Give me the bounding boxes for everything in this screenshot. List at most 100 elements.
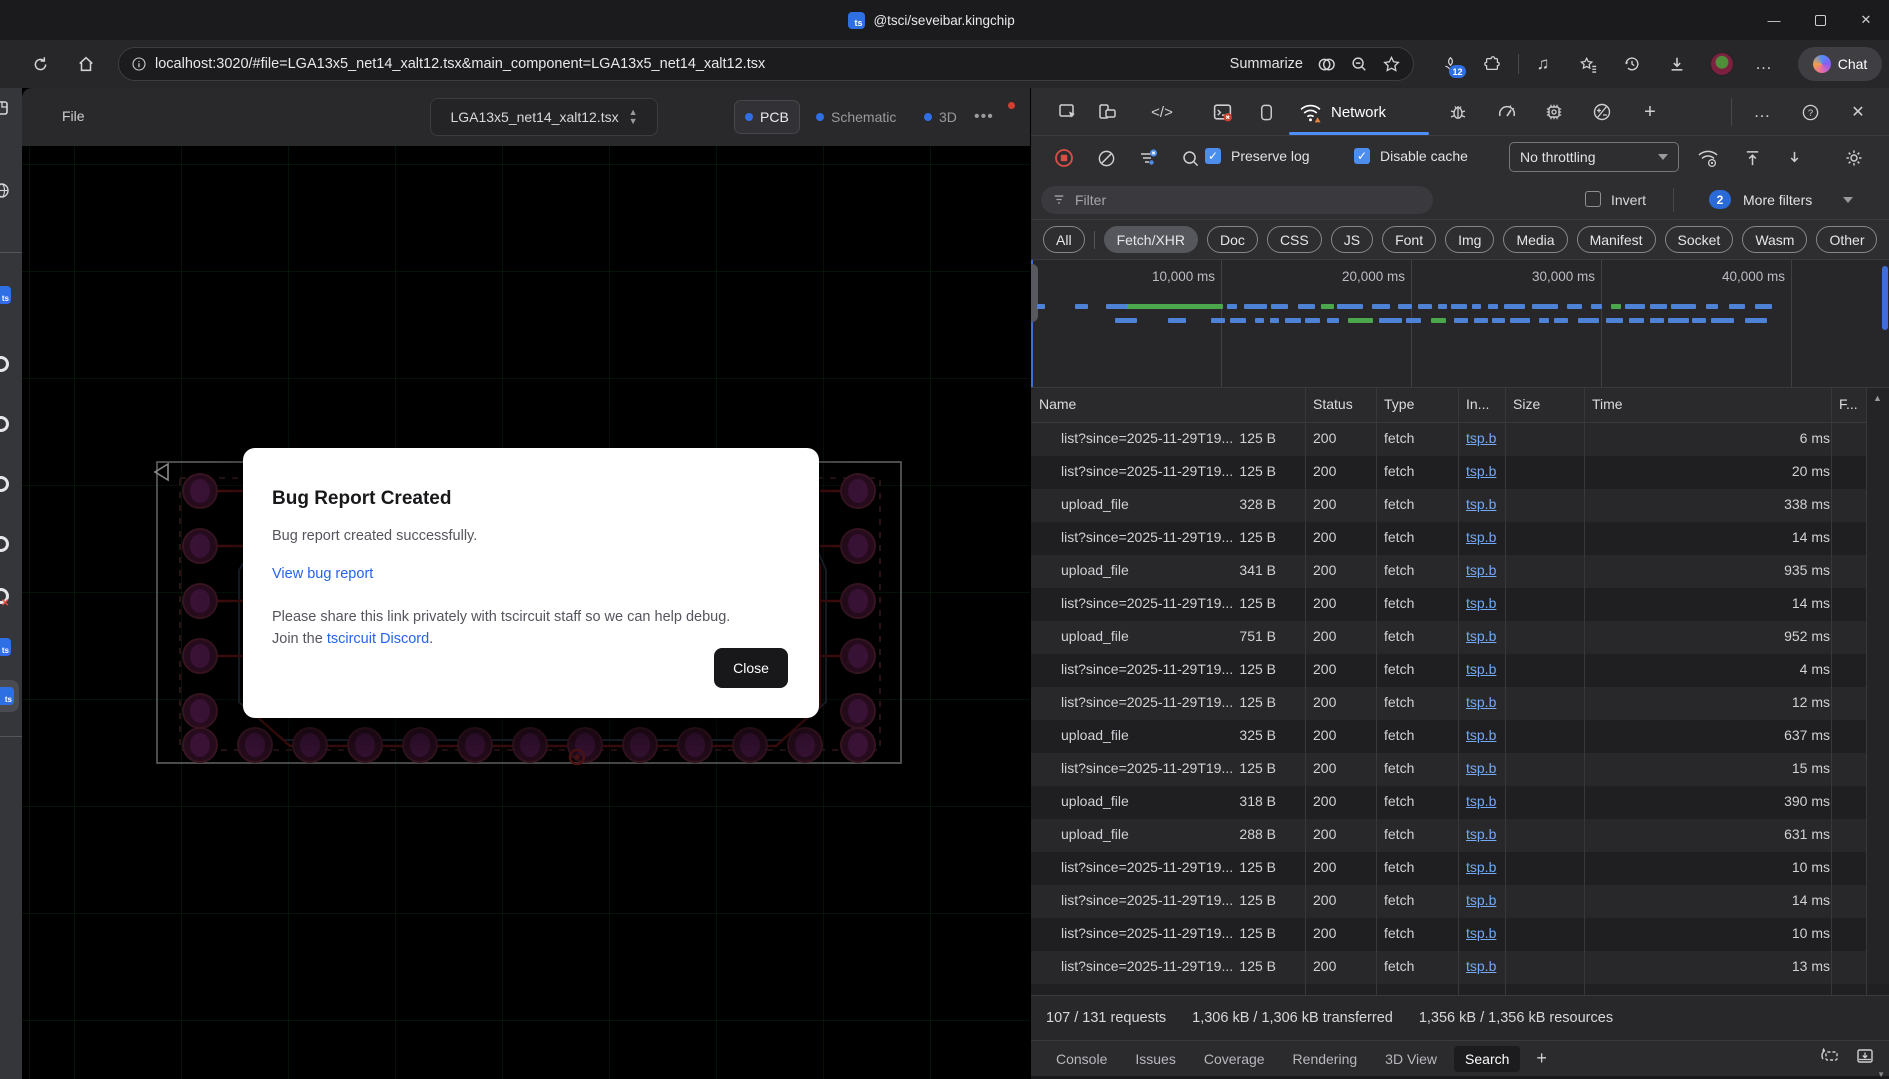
minimize-button[interactable]: — (1751, 0, 1797, 40)
cell-name[interactable]: list?since=2025-11-29T19... (1061, 463, 1233, 479)
table-row[interactable]: list?since=2025-11-29T19... 200 fetch tsp.b… (1031, 951, 1866, 984)
cell-init[interactable]: tsp.b (1466, 694, 1496, 710)
column-header-name[interactable]: Name (1039, 396, 1076, 412)
maximize-button[interactable] (1797, 0, 1843, 40)
cell-init[interactable]: tsp.b (1466, 793, 1496, 809)
column-header-time[interactable]: Time (1592, 396, 1623, 412)
downloads-button[interactable] (1663, 50, 1691, 78)
column-header-type[interactable]: Type (1384, 396, 1414, 412)
type-filter-doc[interactable]: Doc (1207, 226, 1258, 253)
app-more-button[interactable]: ••• (974, 108, 994, 126)
vertical-tab[interactable] (0, 182, 10, 199)
table-row[interactable]: list?since=2025-11-29T19... 200 fetch tsp.b… (1031, 753, 1866, 786)
vertical-tab[interactable]: ✕ (0, 588, 9, 609)
vertical-tab[interactable] (0, 416, 9, 432)
devtools-menu-button[interactable]: … (1747, 97, 1777, 127)
table-row[interactable]: list?since=2025-11-29T19... 200 fetch tsp.b… (1031, 588, 1866, 621)
network-conditions-button[interactable] (1693, 143, 1723, 173)
table-row[interactable]: list?since=2025-11-29T19... 200 fetch tsp.b… (1031, 654, 1866, 687)
cell-name[interactable]: upload_file (1061, 628, 1129, 644)
type-filter-wasm[interactable]: Wasm (1742, 226, 1808, 253)
file-menu[interactable]: File (62, 108, 85, 124)
record-network-button[interactable] (1049, 143, 1079, 173)
view-tab-3d[interactable]: 3D (914, 100, 967, 134)
cell-init[interactable]: tsp.b (1466, 430, 1496, 446)
table-row[interactable]: upload_file 200 fetch tsp.b 325 B 637 ms (1031, 720, 1866, 753)
vertical-tab[interactable]: ts (0, 286, 11, 304)
table-row[interactable]: list?since=2025-11-29T19... 200 fetch tsp.b… (1031, 423, 1866, 456)
file-selector[interactable]: LGA13x5_net14_xalt12.tsx ▲ ▼ (430, 98, 658, 136)
reload-button[interactable] (26, 50, 54, 78)
cell-name[interactable]: upload_file (1061, 496, 1129, 512)
preserve-log-checkbox[interactable]: ✓ (1204, 147, 1222, 165)
timeline-scroll-thumb[interactable] (1882, 266, 1888, 330)
cell-init[interactable]: tsp.b (1466, 760, 1496, 776)
drawer-tab-issues[interactable]: Issues (1124, 1046, 1186, 1072)
zoom-out-icon[interactable] (1350, 55, 1368, 73)
preserve-log-label[interactable]: Preserve log (1231, 148, 1310, 164)
tab-elements[interactable]: </> (1147, 97, 1177, 127)
table-row[interactable]: list?since=2025-11-29T19... 200 fetch tsp.b… (1031, 885, 1866, 918)
cell-init[interactable]: tsp.b (1466, 892, 1496, 908)
type-filter-all[interactable]: All (1043, 226, 1085, 253)
inspect-element-button[interactable] (1053, 97, 1083, 127)
cell-name[interactable]: list?since=2025-11-29T19... (1061, 430, 1233, 446)
favorite-star-icon[interactable] (1382, 55, 1401, 74)
filter-input[interactable] (1041, 186, 1433, 214)
browser-essentials-button[interactable]: 12 (1436, 50, 1466, 78)
type-filter-css[interactable]: CSS (1266, 226, 1322, 253)
table-row[interactable]: list?since=2025-11-29T19... 200 fetch tsp.b… (1031, 687, 1866, 720)
cell-init[interactable]: tsp.b (1466, 562, 1496, 578)
network-settings-button[interactable] (1839, 143, 1869, 173)
site-info-icon[interactable] (131, 56, 147, 72)
drawer-tab-console[interactable]: Console (1045, 1046, 1118, 1072)
cell-name[interactable]: list?since=2025-11-29T19... (1061, 925, 1233, 941)
table-row[interactable]: upload_file 200 fetch tsp.b 288 B 631 ms (1031, 819, 1866, 852)
cell-init[interactable]: tsp.b (1466, 958, 1496, 974)
more-filters-button[interactable]: More filters (1743, 192, 1812, 208)
clear-network-button[interactable] (1091, 143, 1121, 173)
cell-init[interactable]: tsp.b (1466, 463, 1496, 479)
type-filter-other[interactable]: Other (1816, 226, 1878, 253)
disable-cache-checkbox[interactable]: ✓ (1353, 147, 1371, 165)
type-filter-img[interactable]: Img (1445, 226, 1495, 253)
view-tab-pcb[interactable]: PCB (734, 100, 800, 134)
media-controls-button[interactable]: ♫ (1529, 50, 1557, 78)
vertical-tab-active[interactable]: ts (0, 680, 19, 712)
cell-init[interactable]: tsp.b (1466, 595, 1496, 611)
type-filter-js[interactable]: JS (1330, 226, 1374, 253)
vertical-tab[interactable] (0, 356, 9, 372)
vertical-tab[interactable]: ts (0, 638, 11, 656)
dock-download-icon[interactable] (1855, 1046, 1875, 1066)
tab-changes[interactable] (1587, 97, 1617, 127)
cell-name[interactable]: list?since=2025-11-29T19... (1061, 694, 1233, 710)
devtools-help-button[interactable]: ? (1795, 97, 1825, 127)
column-header-in[interactable]: In... (1466, 396, 1489, 412)
collections-button[interactable] (1574, 50, 1602, 78)
search-network-button[interactable] (1175, 143, 1205, 173)
copilot-chat-button[interactable]: Chat (1798, 47, 1882, 81)
filter-toggle-button[interactable] (1133, 143, 1163, 173)
cell-init[interactable]: tsp.b (1466, 661, 1496, 677)
table-row[interactable]: upload_file 200 fetch tsp.b 328 B 338 ms (1031, 489, 1866, 522)
cell-name[interactable]: upload_file (1061, 727, 1129, 743)
table-row[interactable]: upload_file 200 fetch tsp.b 751 B 952 ms (1031, 621, 1866, 654)
add-drawer-tab-button[interactable]: + (1526, 1048, 1557, 1069)
close-modal-button[interactable]: Close (714, 648, 788, 688)
type-filter-fetch-xhr[interactable]: Fetch/XHR (1103, 226, 1199, 253)
column-header-status[interactable]: Status (1313, 396, 1353, 412)
active-tab[interactable]: ts @tsci/seveibar.kingchip (847, 0, 1015, 40)
invert-checkbox[interactable] (1585, 191, 1601, 207)
more-tabs-button[interactable]: + (1635, 97, 1665, 127)
drawer-tab-3d-view[interactable]: 3D View (1374, 1046, 1448, 1072)
vertical-tab[interactable] (0, 100, 9, 116)
cell-name[interactable]: upload_file (1061, 793, 1129, 809)
history-button[interactable] (1618, 50, 1646, 78)
settings-more-button[interactable]: … (1750, 50, 1778, 78)
drawer-tab-rendering[interactable]: Rendering (1282, 1046, 1369, 1072)
table-row[interactable]: list?since=2025-11-29T19... 200 fetch tsp.b… (1031, 522, 1866, 555)
cell-name[interactable]: list?since=2025-11-29T19... (1061, 892, 1233, 908)
devtools-close-button[interactable]: ✕ (1843, 97, 1873, 127)
drawer-tab-coverage[interactable]: Coverage (1193, 1046, 1276, 1072)
network-overview-timeline[interactable]: 10,000 ms 20,000 ms 30,000 ms 40,000 ms (1031, 260, 1889, 388)
